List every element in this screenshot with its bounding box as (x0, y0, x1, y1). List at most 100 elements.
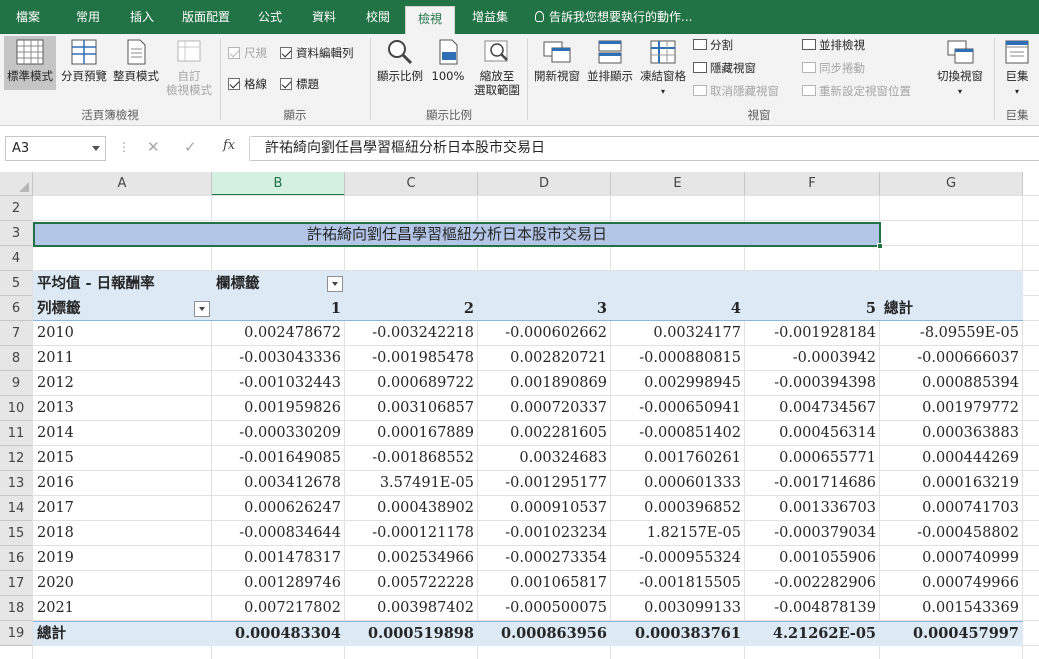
pivot-value-cell[interactable]: 0.001979772 (880, 396, 1023, 421)
pivot-value-cell[interactable]: 0.001336703 (745, 496, 880, 521)
pivot-column-header[interactable]: 3 (478, 296, 611, 321)
row-header-18[interactable]: 18 (0, 596, 33, 621)
pivot-value-cell[interactable]: 0.000456314 (745, 421, 880, 446)
tab-addins[interactable]: 增益集 (462, 0, 518, 34)
tab-file[interactable]: 檔案 (0, 0, 56, 34)
sync-scroll-button[interactable]: 同步捲動 (802, 59, 865, 77)
pivot-value-cell[interactable]: 0.000910537 (478, 496, 611, 521)
tab-view[interactable]: 檢視 (405, 6, 455, 34)
pivot-value-cell[interactable]: 0.001543369 (880, 596, 1023, 621)
pivot-value-cell[interactable]: 0.00324177 (611, 321, 745, 346)
pivot-value-cell[interactable]: 0.001478317 (212, 546, 345, 571)
pivot-value-cell[interactable]: 0.000163219 (880, 471, 1023, 496)
pivot-value-cell[interactable]: -0.000500075 (478, 596, 611, 621)
column-header-e[interactable]: E (611, 172, 745, 196)
row-header-13[interactable]: 13 (0, 471, 33, 496)
pivot-value-cell[interactable]: 0.001959826 (212, 396, 345, 421)
switch-windows-button[interactable]: 切換視窗 ▾ (932, 36, 988, 104)
pivot-value-cell[interactable]: -0.000955324 (611, 546, 745, 571)
pivot-total-cell[interactable]: 0.000519898 (345, 621, 478, 646)
column-filter-button[interactable] (327, 276, 343, 292)
pivot-value-cell[interactable]: 0.002281605 (478, 421, 611, 446)
macros-button[interactable]: 巨集 ▾ (998, 36, 1036, 104)
pivot-value-cell[interactable]: -0.000121178 (345, 521, 478, 546)
pivot-value-cell[interactable]: 0.001055906 (745, 546, 880, 571)
pivot-value-cell[interactable]: 0.004734567 (745, 396, 880, 421)
pivot-value-cell[interactable]: 0.000885394 (880, 371, 1023, 396)
pivot-value-cell[interactable]: 0.002478672 (212, 321, 345, 346)
pivot-value-cell[interactable]: 0.000396852 (611, 496, 745, 521)
row-header-15[interactable]: 15 (0, 521, 33, 546)
pivot-column-labels[interactable]: 欄標籤 (216, 271, 336, 296)
tell-me-search[interactable]: 告訴我您想要執行的動作... (535, 0, 692, 34)
pivot-value-cell[interactable]: 0.000720337 (478, 396, 611, 421)
formula-bar-checkbox[interactable]: 資料編輯列 (280, 44, 354, 62)
arrange-all-button[interactable]: 並排顯示 (584, 36, 636, 90)
pivot-value-cell[interactable]: -0.001295177 (478, 471, 611, 496)
formula-input[interactable]: 許祐綺向劉任昌學習樞紐分析日本股市交易日 (251, 136, 1039, 161)
pivot-value-cell[interactable]: -0.000834644 (212, 521, 345, 546)
pivot-value-cell[interactable]: -0.000851402 (611, 421, 745, 446)
enter-icon[interactable]: ✓ (184, 138, 197, 156)
pivot-value-cell[interactable]: 0.000749966 (880, 571, 1023, 596)
pivot-row-labels[interactable]: 列標籤 (37, 296, 187, 321)
new-window-button[interactable]: 開新視窗 (531, 36, 583, 90)
pivot-column-header[interactable]: 4 (611, 296, 745, 321)
row-filter-button[interactable] (194, 301, 210, 317)
column-header-d[interactable]: D (478, 172, 611, 196)
pivot-value-cell[interactable]: -0.000394398 (745, 371, 880, 396)
tab-review[interactable]: 校閱 (354, 0, 402, 34)
column-header-g[interactable]: G (880, 172, 1023, 196)
page-break-preview-button[interactable]: 分頁預覽 (58, 36, 110, 90)
column-header-c[interactable]: C (345, 172, 478, 196)
freeze-panes-button[interactable]: 凍結窗格 ▾ (637, 36, 689, 104)
pivot-value-cell[interactable]: 0.000655771 (745, 446, 880, 471)
worksheet-grid[interactable]: ABCDEFG 2 3 4 5 6 7 8 9 10 11 12 13 14 15 16 17 18 19 許祐綺… (0, 172, 1039, 659)
select-all-corner[interactable] (0, 172, 33, 196)
pivot-row-year[interactable]: 2015 (37, 446, 207, 471)
pivot-value-cell[interactable]: -0.001023234 (478, 521, 611, 546)
normal-view-button[interactable]: 標準模式 (4, 36, 56, 90)
pivot-value-cell[interactable]: -8.09559E-05 (880, 321, 1023, 346)
row-header-16[interactable]: 16 (0, 546, 33, 571)
row-header-10[interactable]: 10 (0, 396, 33, 421)
pivot-grand-total-header[interactable]: 總計 (884, 296, 1004, 321)
pivot-value-cell[interactable]: -0.0003942 (745, 346, 880, 371)
pivot-value-cell[interactable]: 0.000167889 (345, 421, 478, 446)
row-header-12[interactable]: 12 (0, 446, 33, 471)
insert-function-icon[interactable]: fx (223, 138, 235, 153)
row-header-2[interactable]: 2 (0, 196, 33, 221)
pivot-value-cell[interactable]: 0.001289746 (212, 571, 345, 596)
row-header-17[interactable]: 17 (0, 571, 33, 596)
pivot-value-cell[interactable]: 0.003106857 (345, 396, 478, 421)
tab-data[interactable]: 資料 (300, 0, 348, 34)
tab-home[interactable]: 常用 (64, 0, 112, 34)
tab-formulas[interactable]: 公式 (246, 0, 294, 34)
pivot-value-cell[interactable]: -0.003242218 (345, 321, 478, 346)
chevron-down-icon[interactable] (92, 146, 100, 151)
name-box[interactable]: A3 (5, 136, 106, 161)
pivot-column-header[interactable]: 1 (212, 296, 345, 321)
pivot-value-cell[interactable]: -0.001868552 (345, 446, 478, 471)
pivot-value-cell[interactable]: 0.001065817 (478, 571, 611, 596)
pivot-value-cell[interactable]: 0.000689722 (345, 371, 478, 396)
zoom-button[interactable]: 顯示比例 (374, 36, 426, 90)
pivot-value-label[interactable]: 平均值 - 日報酬率 (37, 271, 217, 296)
row-header-4[interactable]: 4 (0, 246, 33, 271)
pivot-column-header[interactable]: 5 (745, 296, 880, 321)
pivot-value-cell[interactable]: -0.001815505 (611, 571, 745, 596)
row-header-9[interactable]: 9 (0, 371, 33, 396)
page-layout-view-button[interactable]: 整頁模式 (110, 36, 162, 90)
pivot-value-cell[interactable]: -0.000458802 (880, 521, 1023, 546)
reset-window-position-button[interactable]: 重新設定視窗位置 (802, 82, 911, 100)
pivot-row-year[interactable]: 2020 (37, 571, 207, 596)
pivot-value-cell[interactable]: 0.002534966 (345, 546, 478, 571)
pivot-value-cell[interactable]: -0.000650941 (611, 396, 745, 421)
gridlines-checkbox[interactable]: 格線 (228, 75, 267, 93)
pivot-total-cell[interactable]: 0.000457997 (880, 621, 1023, 646)
hide-window-button[interactable]: 隱藏視窗 (693, 59, 756, 77)
row-header-8[interactable]: 8 (0, 346, 33, 371)
pivot-row-year[interactable]: 2012 (37, 371, 207, 396)
pivot-value-cell[interactable]: 0.007217802 (212, 596, 345, 621)
ruler-checkbox[interactable]: 尺規 (228, 44, 267, 62)
